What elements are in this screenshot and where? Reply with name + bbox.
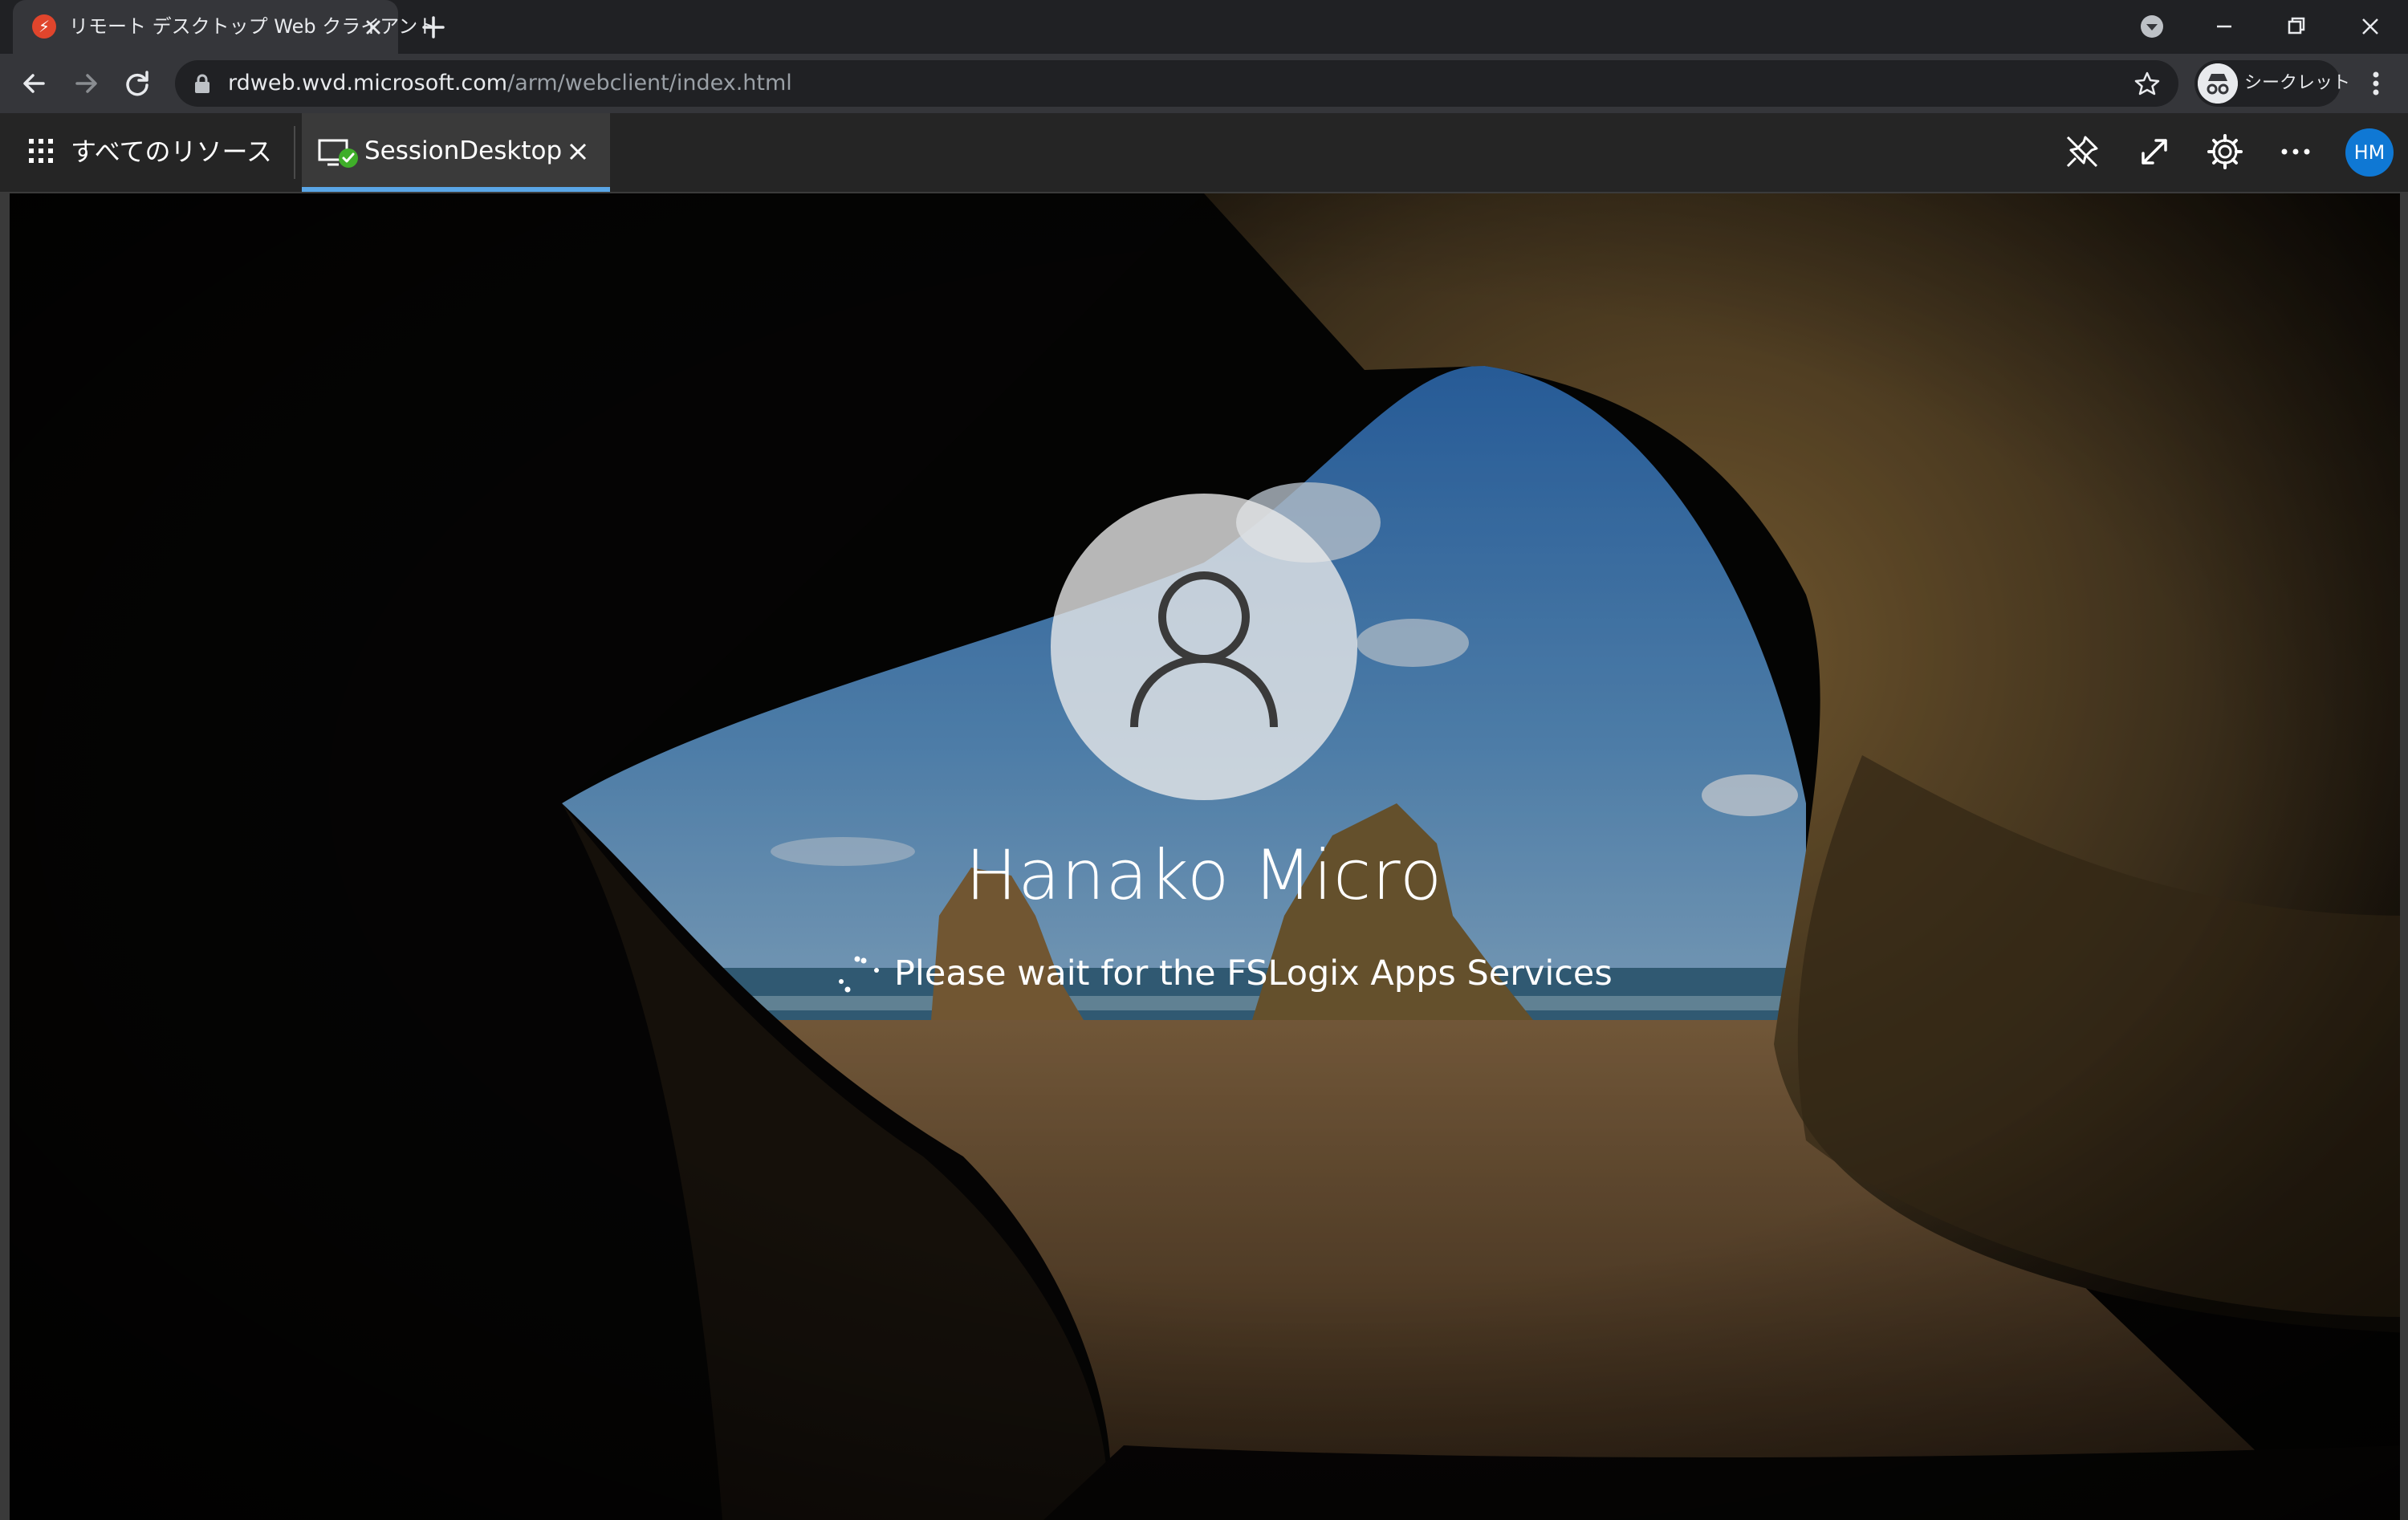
desktop-connected-icon <box>318 139 358 168</box>
unpin-icon[interactable] <box>2063 132 2101 171</box>
tab-session-desktop[interactable]: SessionDesktop <box>302 113 610 192</box>
user-account-picture <box>1051 494 1357 800</box>
browser-tab[interactable]: ⚡ リモート デスクトップ Web クライアント <box>13 0 437 54</box>
session-frame-left <box>0 193 10 1520</box>
user-avatar[interactable]: HM <box>2345 128 2394 177</box>
remote-session-canvas[interactable]: Hanako Micro Please wait for the FSLogix… <box>0 193 2408 1520</box>
url-text: rdweb.wvd.microsoft.com/arm/webclient/in… <box>228 60 792 107</box>
session-tab-label: SessionDesktop <box>364 136 563 165</box>
browser-toolbar: rdweb.wvd.microsoft.com/arm/webclient/in… <box>0 54 2408 113</box>
header-divider <box>294 126 295 179</box>
fullscreen-icon[interactable] <box>2135 132 2174 171</box>
status-message: Please wait for the FSLogix Apps Service… <box>894 953 1613 994</box>
close-session-icon[interactable] <box>565 139 591 165</box>
url-host: rdweb.wvd.microsoft.com <box>228 71 508 96</box>
bookmark-star-icon[interactable] <box>2133 70 2161 97</box>
loading-spinner-icon <box>839 956 879 993</box>
restore-icon[interactable] <box>2278 8 2315 45</box>
incognito-badge[interactable]: シークレット <box>2194 60 2350 107</box>
forward-icon[interactable] <box>67 65 104 102</box>
tab-search-icon[interactable] <box>2133 8 2170 45</box>
more-options-icon[interactable] <box>2276 132 2315 171</box>
back-icon[interactable] <box>16 65 53 102</box>
lock-screen-user-name: Hanako Micro <box>965 835 1443 916</box>
settings-gear-icon[interactable] <box>2206 132 2244 171</box>
url-path: /arm/webclient/index.html <box>507 71 792 96</box>
incognito-label: シークレット <box>2244 73 2351 93</box>
all-resources-link[interactable]: すべてのリソース <box>71 113 272 190</box>
rd-client-header: すべてのリソース SessionDesktop HM <box>0 113 2408 193</box>
incognito-icon <box>2198 63 2238 104</box>
user-silhouette-icon <box>1130 571 1278 728</box>
lock-icon[interactable] <box>193 73 212 94</box>
reload-icon[interactable] <box>119 65 156 102</box>
active-tab-indicator <box>302 187 610 192</box>
close-window-icon[interactable] <box>2352 8 2389 45</box>
close-tab-icon[interactable] <box>360 14 387 41</box>
browser-menu-icon[interactable] <box>2360 65 2392 102</box>
session-frame-right <box>2400 193 2408 1520</box>
app-grid-icon[interactable] <box>27 137 55 165</box>
new-tab-icon[interactable] <box>417 11 449 43</box>
address-bar[interactable]: rdweb.wvd.microsoft.com/arm/webclient/in… <box>175 60 2178 107</box>
browser-tab-strip: ⚡ リモート デスクトップ Web クライアント <box>0 0 2408 54</box>
remote-desktop-favicon-icon: ⚡ <box>32 14 56 39</box>
minimize-icon[interactable] <box>2206 8 2243 45</box>
